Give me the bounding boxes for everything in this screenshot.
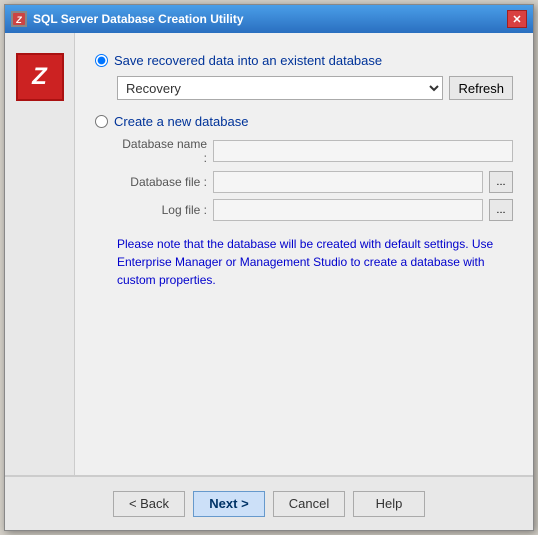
dropdown-row: Recovery Refresh (117, 76, 513, 100)
refresh-button[interactable]: Refresh (449, 76, 513, 100)
option1-group: Save recovered data into an existent dat… (95, 53, 513, 100)
back-button[interactable]: < Back (113, 491, 185, 517)
bottom-bar: < Back Next > Cancel Help (5, 476, 533, 530)
db-file-input[interactable] (213, 171, 483, 193)
log-file-label: Log file : (117, 203, 207, 217)
db-name-label: Database name : (117, 137, 207, 165)
db-name-row: Database name : (117, 137, 513, 165)
new-db-form: Database name : Database file : ... Log … (117, 137, 513, 221)
title-bar: Z SQL Server Database Creation Utility ✕ (5, 5, 533, 33)
db-file-browse-button[interactable]: ... (489, 171, 513, 193)
log-file-row: Log file : ... (117, 199, 513, 221)
option1-row: Save recovered data into an existent dat… (95, 53, 513, 68)
title-bar-left: Z SQL Server Database Creation Utility (11, 11, 244, 27)
main-panel: Save recovered data into an existent dat… (75, 33, 533, 475)
recovery-dropdown[interactable]: Recovery (117, 76, 443, 100)
cancel-button[interactable]: Cancel (273, 491, 345, 517)
info-text: Please note that the database will be cr… (117, 235, 513, 289)
left-panel: Z (5, 33, 75, 475)
option2-radio[interactable] (95, 115, 108, 128)
window-icon: Z (11, 11, 27, 27)
app-logo: Z (16, 53, 64, 101)
logo-letter: Z (32, 63, 47, 91)
content-area: Z Save recovered data into an existent d… (5, 33, 533, 475)
option1-radio[interactable] (95, 54, 108, 67)
db-name-input[interactable] (213, 140, 513, 162)
window-title: SQL Server Database Creation Utility (33, 12, 244, 26)
main-window: Z SQL Server Database Creation Utility ✕… (4, 4, 534, 531)
db-file-label: Database file : (117, 175, 207, 189)
db-file-row: Database file : ... (117, 171, 513, 193)
log-file-input[interactable] (213, 199, 483, 221)
option2-row: Create a new database (95, 114, 513, 129)
option2-label[interactable]: Create a new database (114, 114, 248, 129)
next-button[interactable]: Next > (193, 491, 265, 517)
help-button[interactable]: Help (353, 491, 425, 517)
close-button[interactable]: ✕ (507, 10, 527, 28)
svg-text:Z: Z (15, 15, 22, 25)
option2-group: Create a new database Database name : Da… (95, 114, 513, 221)
option1-label[interactable]: Save recovered data into an existent dat… (114, 53, 382, 68)
log-file-browse-button[interactable]: ... (489, 199, 513, 221)
